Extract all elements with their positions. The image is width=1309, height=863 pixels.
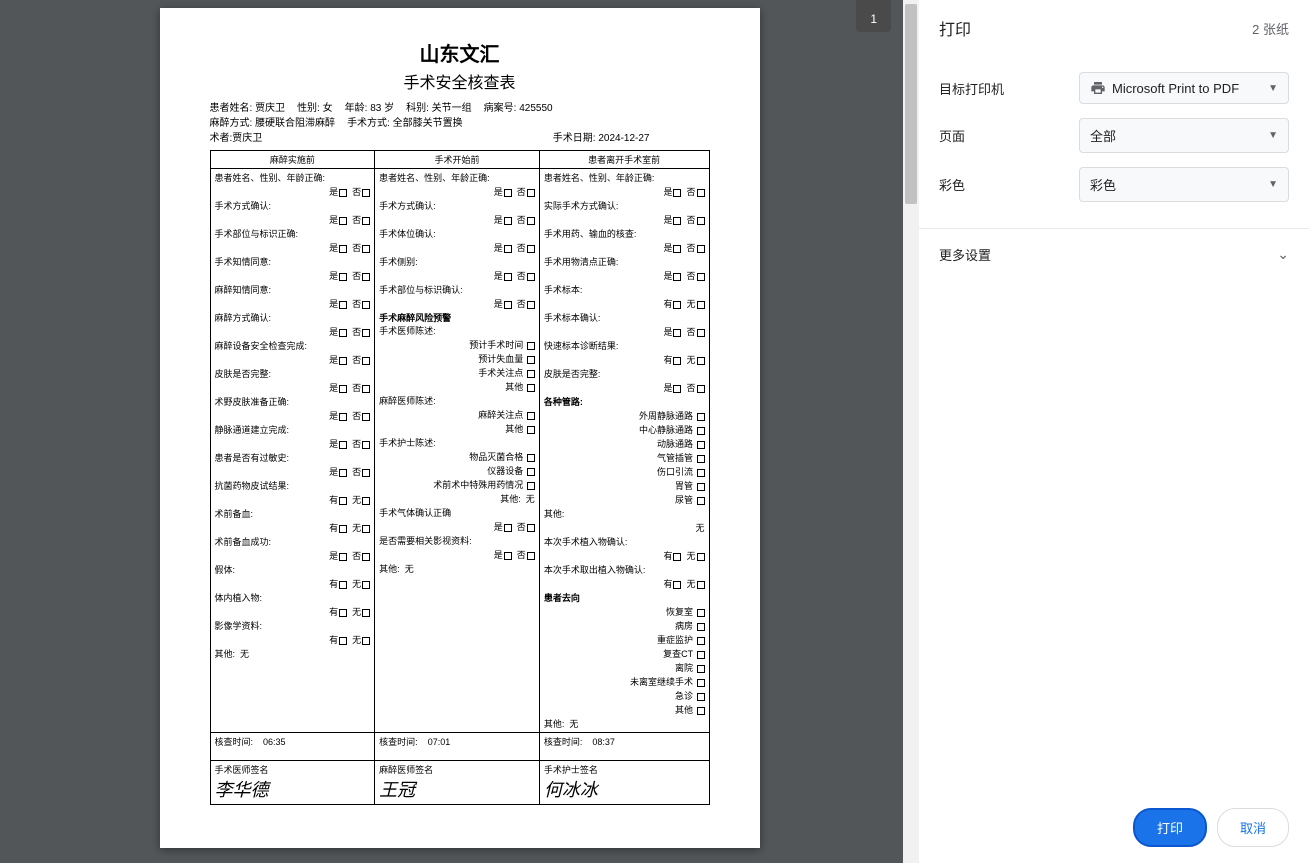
print-preview-area: 1 山东文汇 手术安全核查表 患者姓名: 贾庆卫 性别: 女 年龄: 83 岁 … bbox=[0, 0, 919, 863]
cancel-button[interactable]: 取消 bbox=[1217, 808, 1289, 847]
pages-label: 页面 bbox=[939, 126, 965, 145]
print-button[interactable]: 打印 bbox=[1133, 808, 1207, 847]
pages-value: 全部 bbox=[1090, 126, 1116, 145]
chevron-down-icon: ▼ bbox=[1268, 130, 1278, 141]
doc-subtitle: 手术安全核查表 bbox=[210, 69, 710, 93]
pages-select[interactable]: 全部 ▼ bbox=[1079, 118, 1289, 153]
printer-icon bbox=[1090, 80, 1106, 96]
sheet-count: 2 张纸 bbox=[1252, 19, 1289, 38]
checklist-table: 麻醉实施前 手术开始前 患者离开手术室前 患者姓名、性别、年龄正确:是 否 手术… bbox=[210, 150, 710, 805]
more-settings-label: 更多设置 bbox=[939, 245, 991, 264]
preview-scrollbar[interactable] bbox=[903, 0, 919, 863]
color-value: 彩色 bbox=[1090, 175, 1116, 194]
chevron-down-icon: ⌄ bbox=[1277, 246, 1289, 263]
destination-select[interactable]: Microsoft Print to PDF ▼ bbox=[1079, 72, 1289, 104]
print-sidebar: 打印 2 张纸 目标打印机 Microsoft Print to PDF ▼ 页… bbox=[919, 0, 1309, 863]
color-label: 彩色 bbox=[939, 175, 965, 194]
color-select[interactable]: 彩色 ▼ bbox=[1079, 167, 1289, 202]
doc-title: 山东文汇 bbox=[210, 38, 710, 67]
more-settings-toggle[interactable]: 更多设置 ⌄ bbox=[919, 228, 1309, 280]
print-title: 打印 bbox=[939, 16, 971, 40]
chevron-down-icon: ▼ bbox=[1268, 179, 1278, 190]
chevron-down-icon: ▼ bbox=[1268, 83, 1278, 94]
page-number-badge: 1 bbox=[856, 0, 891, 32]
page-preview: 山东文汇 手术安全核查表 患者姓名: 贾庆卫 性别: 女 年龄: 83 岁 科别… bbox=[160, 8, 760, 848]
scrollbar-thumb[interactable] bbox=[905, 4, 917, 204]
patient-info: 患者姓名: 贾庆卫 性别: 女 年龄: 83 岁 科别: 关节一组 病案号: 4… bbox=[210, 101, 710, 146]
destination-value: Microsoft Print to PDF bbox=[1112, 81, 1239, 96]
destination-label: 目标打印机 bbox=[939, 79, 1004, 98]
